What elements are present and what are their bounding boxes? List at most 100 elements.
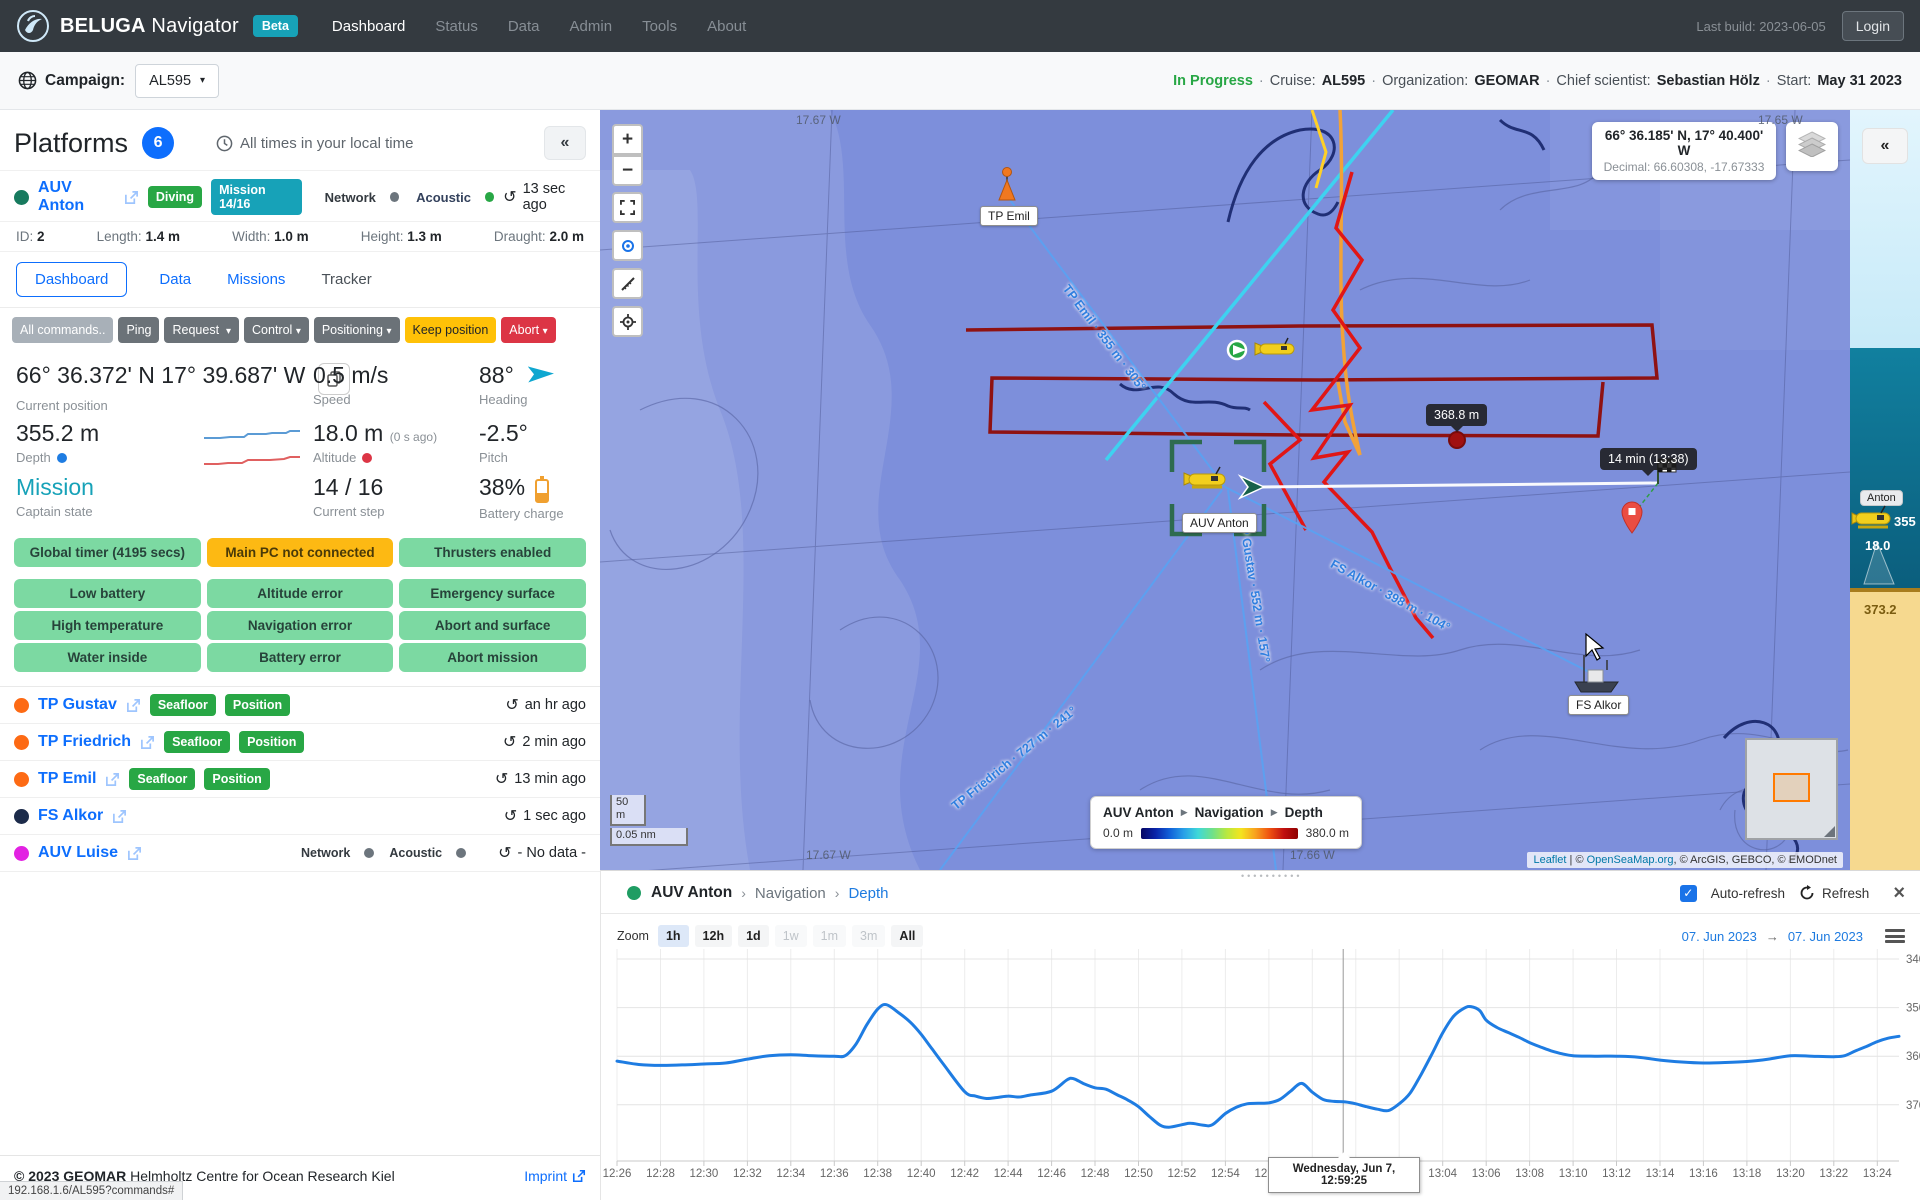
platform-link-anton[interactable]: AUV Anton — [38, 179, 115, 215]
arrow-sep-icon: ▶ — [1271, 807, 1278, 818]
platform-row-friedrich[interactable]: TP Friedrich Seafloor Position ↺2 min ag… — [0, 724, 600, 761]
scale-nautical: 0.05 nm — [610, 828, 688, 846]
nav-item-admin[interactable]: Admin — [570, 18, 613, 35]
keep-position-button[interactable]: Keep position — [405, 317, 497, 343]
beta-badge: Beta — [253, 15, 298, 37]
all-commands-button[interactable]: All commands.. — [12, 317, 113, 343]
auv-icon-secondary[interactable] — [1255, 338, 1294, 355]
zoom-in-button[interactable]: + — [612, 124, 643, 155]
nav-item-status[interactable]: Status — [435, 18, 478, 35]
flag-emergency-surface[interactable]: Emergency surface — [399, 579, 586, 608]
control-dropdown-button[interactable]: Control ▾ — [244, 317, 309, 343]
flag-water-inside[interactable]: Water inside — [14, 643, 201, 672]
edit-icon[interactable] — [140, 735, 155, 750]
auto-refresh-checkbox[interactable]: ✓ — [1680, 885, 1697, 902]
openseamap-link[interactable]: OpenSeaMap.org — [1587, 854, 1674, 866]
last-seen: ↺13 min ago — [495, 769, 586, 789]
flag-high-temperature[interactable]: High temperature — [14, 611, 201, 640]
platform-count-badge: 6 — [142, 127, 174, 159]
map-canvas[interactable]: + − 66° 36.185' N, 17° 40.400' W Decimal… — [600, 110, 1850, 870]
nav-item-data[interactable]: Data — [508, 18, 540, 35]
thrusters-status-button[interactable]: Thrusters enabled — [399, 538, 586, 567]
edit-icon[interactable] — [127, 846, 142, 861]
flag-abort-and-surface[interactable]: Abort and surface — [399, 611, 586, 640]
measure-button[interactable] — [612, 268, 643, 299]
platform-row-gustav[interactable]: TP Gustav Seafloor Position ↺an hr ago — [0, 687, 600, 724]
flag-battery-error[interactable]: Battery error — [207, 643, 394, 672]
cruise-status: In Progress — [1173, 73, 1253, 89]
imprint-link[interactable]: Imprint — [524, 1168, 586, 1184]
svg-text:12:44: 12:44 — [994, 1168, 1023, 1180]
edit-icon[interactable] — [126, 698, 141, 713]
survey-depth-marker[interactable] — [1449, 432, 1465, 448]
abort-dropdown-button[interactable]: Abort ▾ — [501, 317, 555, 343]
platform-row-luise[interactable]: AUV Luise Network Acoustic ↺- No data - — [0, 835, 600, 872]
fs-alkor-marker[interactable] — [1575, 655, 1618, 692]
platform-row-emil[interactable]: TP Emil Seafloor Position ↺13 min ago — [0, 761, 600, 798]
chevron-down-icon: ▾ — [200, 75, 205, 86]
graticule-label: 17.65 W — [1758, 113, 1803, 127]
survey-depth-badge: 368.8 m — [1426, 404, 1487, 426]
svg-text:12:46: 12:46 — [1037, 1168, 1066, 1180]
layers-button[interactable] — [1786, 122, 1838, 171]
auv-anton-icon[interactable] — [1184, 467, 1225, 487]
tab-data[interactable]: Data — [155, 263, 195, 296]
platform-link[interactable]: TP Friedrich — [38, 733, 131, 751]
platform-list: TP Gustav Seafloor Position ↺an hr ago T… — [0, 686, 600, 872]
flag-altitude-error[interactable]: Altitude error — [207, 579, 394, 608]
leaflet-link[interactable]: Leaflet — [1533, 854, 1566, 866]
refresh-button[interactable]: Refresh — [1799, 885, 1869, 901]
minimap-viewport[interactable] — [1773, 773, 1810, 802]
platform-link[interactable]: FS Alkor — [38, 807, 103, 825]
flag-navigation-error[interactable]: Navigation error — [207, 611, 394, 640]
platform-row-anton[interactable]: AUV Anton Diving Mission 14/16 Network A… — [0, 170, 600, 221]
main-pc-status-button[interactable]: Main PC not connected — [207, 538, 394, 567]
tab-tracker[interactable]: Tracker — [317, 263, 375, 296]
tp-emil-marker[interactable] — [999, 168, 1015, 201]
minimap[interactable] — [1745, 738, 1838, 840]
tab-missions[interactable]: Missions — [223, 263, 289, 296]
current-position-label: Current position — [16, 398, 350, 413]
login-button[interactable]: Login — [1842, 11, 1904, 41]
bearing-lines — [940, 196, 1597, 870]
locate-button[interactable] — [612, 230, 643, 261]
zoom-out-button[interactable]: − — [612, 155, 643, 186]
request-dropdown-button[interactable]: Request ▾ — [164, 317, 239, 343]
alarm-flag-grid: Low battery Altitude error Emergency sur… — [0, 567, 600, 686]
chart-breadcrumb-param[interactable]: Depth — [848, 885, 888, 902]
positioning-dropdown-button[interactable]: Positioning ▾ — [314, 317, 400, 343]
edit-icon[interactable] — [124, 190, 139, 205]
minimap-toggle-icon[interactable] — [1824, 826, 1835, 837]
close-icon[interactable]: × — [1893, 882, 1905, 905]
page-title: Platforms — [14, 128, 128, 159]
platform-link[interactable]: TP Emil — [38, 770, 96, 788]
ping-button[interactable]: Ping — [118, 317, 159, 343]
profile-collapse-button[interactable]: « — [1862, 128, 1908, 164]
network-label: Network — [301, 846, 350, 860]
platform-link[interactable]: AUV Luise — [38, 844, 118, 862]
nav-item-tools[interactable]: Tools — [642, 18, 677, 35]
edit-icon[interactable] — [105, 772, 120, 787]
nav-item-dashboard[interactable]: Dashboard — [332, 18, 405, 35]
nav-item-about[interactable]: About — [707, 18, 746, 35]
follow-vehicle-button[interactable] — [612, 306, 643, 337]
svg-text:12:34: 12:34 — [776, 1168, 805, 1180]
destination-pin-marker[interactable] — [1622, 502, 1642, 533]
platform-row-alkor[interactable]: FS Alkor ↺1 sec ago — [0, 798, 600, 835]
sidebar-collapse-button[interactable]: « — [544, 126, 586, 160]
chart-breadcrumb-group[interactable]: Navigation — [755, 885, 826, 902]
svg-text:12:38: 12:38 — [863, 1168, 892, 1180]
waypoint-direction-marker[interactable] — [1228, 341, 1246, 359]
tab-dashboard[interactable]: Dashboard — [16, 262, 127, 297]
flag-low-battery[interactable]: Low battery — [14, 579, 201, 608]
top-navbar: BELUGA Navigator Beta Dashboard Status D… — [0, 0, 1920, 52]
svg-text:13:14: 13:14 — [1646, 1168, 1675, 1180]
campaign-select[interactable]: AL595 ▾ — [135, 64, 219, 98]
fullscreen-button[interactable] — [612, 192, 643, 223]
platform-link[interactable]: TP Gustav — [38, 696, 117, 714]
flag-abort-mission[interactable]: Abort mission — [399, 643, 586, 672]
coordinates-dms: 66° 36.185' N, 17° 40.400' W — [1602, 128, 1766, 158]
depth-timeseries-chart[interactable]: 12:2612:2812:3012:3212:3412:3612:3812:40… — [601, 941, 1920, 1191]
global-timer-button[interactable]: Global timer (4195 secs) — [14, 538, 201, 567]
edit-icon[interactable] — [112, 809, 127, 824]
